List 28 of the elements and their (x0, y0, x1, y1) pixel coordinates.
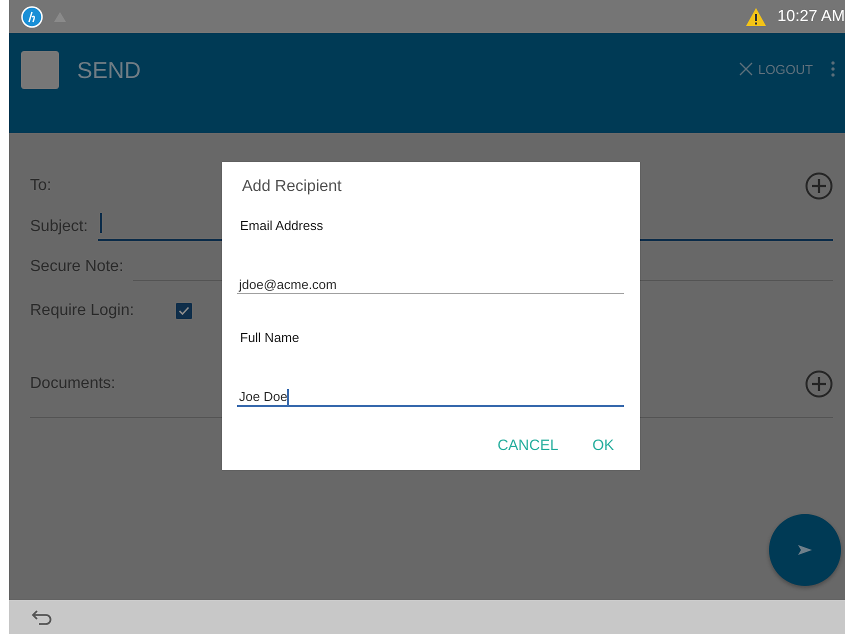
send-arrow-icon (797, 544, 813, 556)
text-caret (287, 389, 290, 405)
send-button[interactable] (769, 514, 841, 586)
field-label: Full Name (240, 330, 300, 345)
app-logo-icon (21, 51, 59, 89)
dialog-title: Add Recipient (242, 178, 343, 196)
field-label: To: (30, 177, 52, 195)
more-menu-icon[interactable] (831, 61, 835, 77)
warning-icon[interactable] (745, 6, 768, 26)
hp-logo-icon[interactable] (21, 6, 43, 28)
text-caret (100, 213, 102, 233)
dialog-button[interactable]: OK (582, 435, 624, 456)
text-field[interactable]: jdoe@acme.com (237, 277, 624, 294)
add-circle-icon[interactable] (805, 172, 833, 200)
add-circle-icon[interactable] (805, 370, 833, 398)
checkbox[interactable] (176, 303, 192, 319)
field-label: Require Login: (30, 302, 134, 320)
field-label: Subject: (30, 218, 88, 236)
text-field[interactable]: Joe Doe (237, 389, 624, 407)
app-title: SEND (77, 56, 141, 84)
dialog-button[interactable]: CANCEL (487, 435, 568, 456)
field-label: Secure Note: (30, 258, 124, 276)
close-icon (739, 62, 754, 76)
clock-time: 10:27 AM (777, 8, 845, 26)
back-arrow-icon[interactable] (31, 609, 53, 625)
logout-button[interactable]: LOGOUT (739, 62, 813, 76)
field-label: Documents: (30, 375, 116, 393)
field-label: Email Address (240, 218, 324, 233)
